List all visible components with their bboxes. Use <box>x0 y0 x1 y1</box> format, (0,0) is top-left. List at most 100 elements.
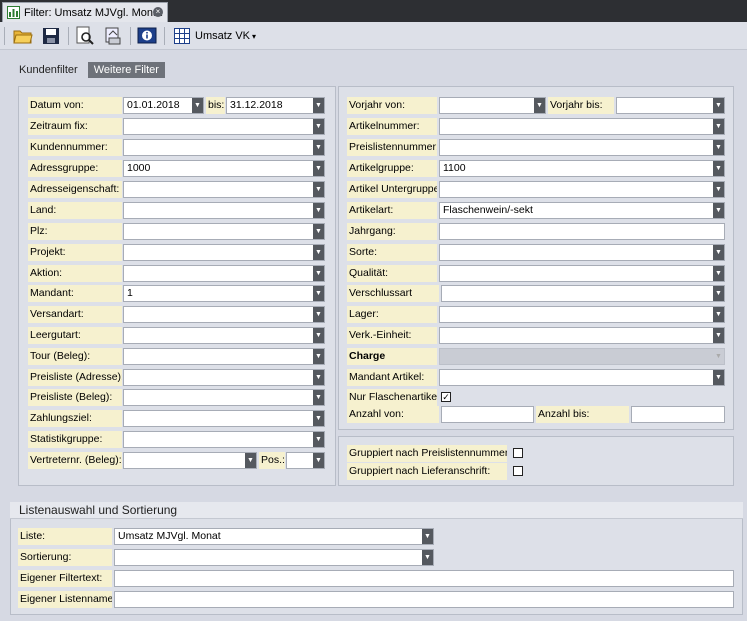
mandant-select[interactable]: 1 ▼ <box>123 285 325 302</box>
article-filter-panel: Vorjahr von: ▼ Vorjahr bis: ▼ Artikelnum… <box>338 86 734 430</box>
chevron-down-icon[interactable]: ▼ <box>713 266 724 281</box>
chevron-down-icon[interactable]: ▼ <box>313 182 324 197</box>
liste-select[interactable]: Umsatz MJVgl. Monat ▼ <box>114 528 434 545</box>
chevron-down-icon[interactable]: ▼ <box>192 98 203 113</box>
projekt-select[interactable]: ▼ <box>123 244 325 261</box>
chevron-down-icon[interactable]: ▼ <box>313 307 324 322</box>
preisliste-beleg-select[interactable]: ▼ <box>123 389 325 406</box>
chevron-down-icon[interactable]: ▼ <box>713 161 724 176</box>
artikelgruppe-select[interactable]: 1100 ▼ <box>439 160 725 177</box>
chevron-down-icon[interactable]: ▼ <box>245 453 256 468</box>
land-select[interactable]: ▼ <box>123 202 325 219</box>
chevron-down-icon[interactable]: ▼ <box>313 328 324 343</box>
artikel-untergruppe-select[interactable]: ▼ <box>439 181 725 198</box>
adresseigenschaft-select[interactable]: ▼ <box>123 181 325 198</box>
leergutart-select[interactable]: ▼ <box>123 327 325 344</box>
sorte-select[interactable]: ▼ <box>439 244 725 261</box>
vertreternr-select[interactable]: ▼ <box>123 452 257 469</box>
preisliste-adresse-select[interactable]: ▼ <box>123 369 325 386</box>
versandart-select[interactable]: ▼ <box>123 306 325 323</box>
preislistennummer-select[interactable]: ▼ <box>439 139 725 156</box>
chevron-down-icon[interactable]: ▼ <box>313 245 324 260</box>
datum-bis-field[interactable]: 31.12.2018 ▼ <box>226 97 325 114</box>
label-aktion: Aktion: <box>28 265 122 282</box>
aktion-select[interactable]: ▼ <box>123 265 325 282</box>
anzahl-bis-input[interactable] <box>631 406 725 423</box>
chevron-down-icon[interactable]: ▼ <box>313 432 324 447</box>
verk-einheit-select[interactable]: ▼ <box>439 327 725 344</box>
chevron-down-icon[interactable]: ▼ <box>534 98 545 113</box>
open-folder-button[interactable] <box>12 25 34 47</box>
chevron-down-icon[interactable]: ▼ <box>313 411 324 426</box>
label-kundennummer: Kundennummer: <box>28 139 122 156</box>
datum-von-field[interactable]: 01.01.2018 ▼ <box>123 97 204 114</box>
tour-select[interactable]: ▼ <box>123 348 325 365</box>
chevron-down-icon[interactable]: ▼ <box>713 286 724 301</box>
mandant-artikel-select[interactable]: ▼ <box>439 369 725 386</box>
zeitraum-fix-select[interactable]: ▼ <box>123 118 325 135</box>
nur-flaschenartikel-checkbox[interactable]: ✓ <box>441 392 451 402</box>
pos-select[interactable]: ▼ <box>286 452 325 469</box>
chevron-down-icon[interactable]: ▼ <box>713 119 724 134</box>
chevron-down-icon[interactable]: ▼ <box>313 203 324 218</box>
chevron-down-icon[interactable]: ▼ <box>313 349 324 364</box>
kundennummer-select[interactable]: ▼ <box>123 139 325 156</box>
chevron-down-icon[interactable]: ▼ <box>713 203 724 218</box>
label-vorjahr-bis: Vorjahr bis: <box>548 97 614 114</box>
chevron-down-icon[interactable]: ▼ <box>713 245 724 260</box>
sortierung-select[interactable]: ▼ <box>114 549 434 566</box>
label-statistikgruppe: Statistikgruppe: <box>28 431 122 448</box>
save-button[interactable] <box>40 25 62 47</box>
qualitaet-select[interactable]: ▼ <box>439 265 725 282</box>
toolbar-separator <box>4 27 5 45</box>
artikelart-select[interactable]: Flaschenwein/-sekt ▼ <box>439 202 725 219</box>
close-tab-icon[interactable]: × <box>153 7 163 17</box>
chevron-down-icon[interactable]: ▼ <box>313 453 324 468</box>
tab-kundenfilter[interactable]: Kundenfilter <box>18 62 84 78</box>
eigener-filtertext-input[interactable] <box>114 570 734 587</box>
chevron-down-icon[interactable]: ▼ <box>713 98 724 113</box>
chevron-down-icon[interactable]: ▼ <box>713 370 724 385</box>
zahlungsziel-select[interactable]: ▼ <box>123 410 325 427</box>
statistikgruppe-select[interactable]: ▼ <box>123 431 325 448</box>
chevron-down-icon[interactable]: ▼ <box>713 307 724 322</box>
eigener-listenname-input[interactable] <box>114 591 734 608</box>
chevron-down-icon[interactable]: ▼ <box>313 224 324 239</box>
lager-select[interactable]: ▼ <box>439 306 725 323</box>
verschlussart-select[interactable]: ▼ <box>441 285 725 302</box>
document-tab[interactable]: Filter: Umsatz MJVgl. Monat × <box>2 2 168 22</box>
chevron-down-icon[interactable]: ▼ <box>713 140 724 155</box>
vorjahr-bis-field[interactable]: ▼ <box>616 97 725 114</box>
plz-select[interactable]: ▼ <box>123 223 325 240</box>
label-adressgruppe: Adressgruppe: <box>28 160 122 177</box>
chevron-down-icon[interactable]: ▼ <box>713 328 724 343</box>
chevron-down-icon[interactable]: ▼ <box>422 529 433 544</box>
label-liste: Liste: <box>18 528 112 545</box>
chevron-down-icon[interactable]: ▼ <box>313 161 324 176</box>
info-button[interactable] <box>136 25 158 47</box>
print-preview-button[interactable] <box>74 25 96 47</box>
chevron-down-icon[interactable]: ▼ <box>313 119 324 134</box>
label-verk-einheit: Verk.-Einheit: <box>347 327 437 344</box>
chevron-down-icon[interactable]: ▼ <box>313 370 324 385</box>
jahrgang-input[interactable] <box>439 223 725 240</box>
layout-combo[interactable]: Umsatz VK ▾ <box>174 25 256 47</box>
export-button[interactable] <box>102 25 124 47</box>
anzahl-von-input[interactable] <box>441 406 534 423</box>
vorjahr-von-field[interactable]: ▼ <box>439 97 546 114</box>
chevron-down-icon[interactable]: ▼ <box>313 286 324 301</box>
label-versandart: Versandart: <box>28 306 122 323</box>
label-leergutart: Leergutart: <box>28 327 122 344</box>
chevron-down-icon[interactable]: ▼ <box>313 98 324 113</box>
gruppiert-preislistennummer-checkbox[interactable] <box>513 448 523 458</box>
adressgruppe-select[interactable]: 1000 ▼ <box>123 160 325 177</box>
tab-weitere-filter[interactable]: Weitere Filter <box>87 62 165 78</box>
chevron-down-icon[interactable]: ▼ <box>713 182 724 197</box>
chevron-down-icon[interactable]: ▼ <box>313 390 324 405</box>
gruppiert-lieferanschrift-checkbox[interactable] <box>513 466 523 476</box>
filter-tabs: Kundenfilter Weitere Filter <box>18 62 165 78</box>
chevron-down-icon[interactable]: ▼ <box>313 140 324 155</box>
chevron-down-icon[interactable]: ▼ <box>422 550 433 565</box>
artikelnummer-select[interactable]: ▼ <box>439 118 725 135</box>
chevron-down-icon[interactable]: ▼ <box>313 266 324 281</box>
